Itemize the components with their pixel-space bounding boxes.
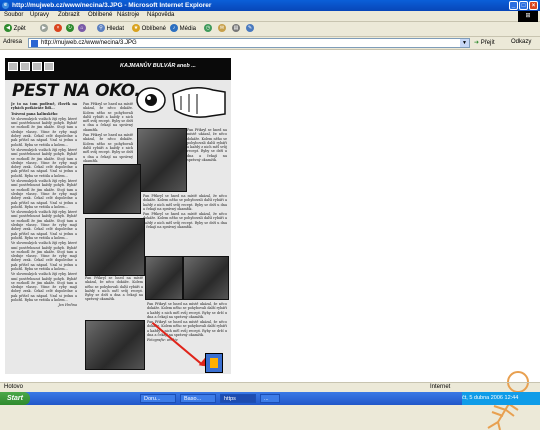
search-icon: ⚲ <box>97 24 105 33</box>
menu-zobrazit[interactable]: Zobrazit <box>58 12 80 18</box>
history-icon: ◷ <box>204 24 212 33</box>
close-button[interactable]: × <box>529 1 538 10</box>
scanned-magazine-page: KAJMANŮV BULVÁR aneb ... PEST NA OKO... … <box>5 58 231 374</box>
go-arrow-icon: ➜ <box>474 40 480 46</box>
article-column-2: Pan Přikryl se hned na místě ukázal, že … <box>83 102 133 162</box>
save-icon[interactable] <box>8 62 18 71</box>
windows-logo-icon: ⊞ <box>518 11 538 22</box>
print-icon: ▤ <box>232 24 240 33</box>
forward-button[interactable]: ▶ <box>40 24 48 34</box>
photo-fisherman-2 <box>83 164 141 214</box>
address-input[interactable]: http://mujweb.cz/www/necina/3.JPG ▼ <box>28 38 470 48</box>
search-button[interactable]: ⚲ Hledat <box>97 24 124 34</box>
menu-upravy[interactable]: Úpravy <box>30 12 49 18</box>
window-title: http://mujweb.cz/www/necina/3.JPG - Micr… <box>12 2 212 9</box>
article-kicker: KAJMANŮV BULVÁR aneb ... <box>120 63 196 69</box>
photo-fisherman-6 <box>85 320 145 370</box>
eye-fist-illustration <box>136 87 226 118</box>
menu-soubor[interactable]: Soubor <box>4 12 23 18</box>
history-button[interactable]: ◷ <box>204 24 212 34</box>
start-button[interactable]: Start <box>0 392 30 405</box>
page-icon <box>31 40 38 47</box>
photo-caption-2: Pan Přikryl se hned na místě ukázal, že … <box>85 276 143 302</box>
home-button[interactable]: ⌂ <box>78 24 86 34</box>
edit-button[interactable]: ✎ <box>246 24 254 34</box>
taskbar-item-4[interactable]: ... <box>260 394 280 403</box>
forward-arrow-icon: ▶ <box>40 24 48 33</box>
photo-caption-1: Pan Přikryl se hned na místě ukázal, že … <box>187 128 227 163</box>
photo-fisherman-5 <box>183 256 229 300</box>
minimize-button[interactable]: _ <box>509 1 518 10</box>
folder-icon[interactable] <box>44 62 54 71</box>
taskbar-item-1[interactable]: Doru... <box>140 394 176 403</box>
refresh-button[interactable]: ↻ <box>66 24 74 34</box>
back-arrow-icon: ◀ <box>4 24 12 33</box>
mail-button[interactable]: ✉ <box>218 24 226 34</box>
menu-napoveda[interactable]: Nápověda <box>147 12 174 18</box>
toolbar: ◀ Zpět ▶ × ↻ ⌂ ⚲ Hledat ★ Oblíbené ♪ Méd… <box>0 22 540 37</box>
mail-icon[interactable] <box>32 62 42 71</box>
go-button[interactable]: ➜ Přejít <box>474 39 495 46</box>
page-content: KAJMANŮV BULVÁR aneb ... PEST NA OKO... … <box>0 50 540 430</box>
article-headline: PEST NA OKO... <box>12 81 153 101</box>
chevron-down-icon[interactable]: ▼ <box>460 39 469 47</box>
star-icon: ★ <box>132 24 140 33</box>
stop-icon: × <box>54 24 62 33</box>
address-url: http://mujweb.cz/www/necina/3.JPG <box>41 40 137 46</box>
zone-text: Internet <box>430 384 451 390</box>
media-button[interactable]: ♪ Média <box>170 24 196 34</box>
print-button[interactable]: ▤ <box>232 24 240 34</box>
taskbar-item-3[interactable]: https <box>220 394 256 403</box>
refresh-icon: ↻ <box>66 24 74 33</box>
mail-icon: ✉ <box>218 24 226 33</box>
photo-fisherman-4 <box>145 256 183 300</box>
links-button[interactable]: Odkazy <box>511 39 531 45</box>
menu-nastroje[interactable]: Nástroje <box>117 12 139 18</box>
menu-oblibene[interactable]: Oblíbené <box>88 12 112 18</box>
page-header-band: KAJMANŮV BULVÁR aneb ... <box>5 58 231 80</box>
system-tray: čt, 5 dubna 2006 12:44 <box>462 392 540 405</box>
photo-fisherman-1 <box>137 128 187 192</box>
favorites-button[interactable]: ★ Oblíbené <box>132 24 166 34</box>
address-label: Adresa <box>3 39 23 45</box>
title-bar: e http://mujweb.cz/www/necina/3.JPG - Mi… <box>0 0 540 11</box>
article-column-3: Pan Přikryl se hned na místě ukázal, že … <box>143 194 227 230</box>
article-column-1: Je to na tom podivně, člověk na rybách p… <box>11 102 77 308</box>
taskbar-item-2[interactable]: Baso... <box>180 394 216 403</box>
back-button[interactable]: ◀ Zpět <box>4 24 26 34</box>
photo-fisherman-3 <box>85 218 145 276</box>
edit-icon: ✎ <box>246 24 254 33</box>
address-bar: Adresa http://mujweb.cz/www/necina/3.JPG… <box>0 37 540 50</box>
maximize-button[interactable]: □ <box>519 1 528 10</box>
taskbar: Start Doru... Baso... https ... čt, 5 du… <box>0 392 540 405</box>
badge-icon <box>205 353 223 373</box>
clock[interactable]: čt, 5 dubna 2006 12:44 <box>462 395 518 401</box>
ie-icon: e <box>2 2 9 9</box>
status-text: Hotovo <box>4 384 24 390</box>
media-icon: ♪ <box>170 24 178 33</box>
print-icon[interactable] <box>20 62 30 71</box>
stop-button[interactable]: × <box>54 24 62 34</box>
home-icon: ⌂ <box>78 24 86 33</box>
menu-bar: Soubor Úpravy Zobrazit Oblíbené Nástroje… <box>0 11 540 22</box>
